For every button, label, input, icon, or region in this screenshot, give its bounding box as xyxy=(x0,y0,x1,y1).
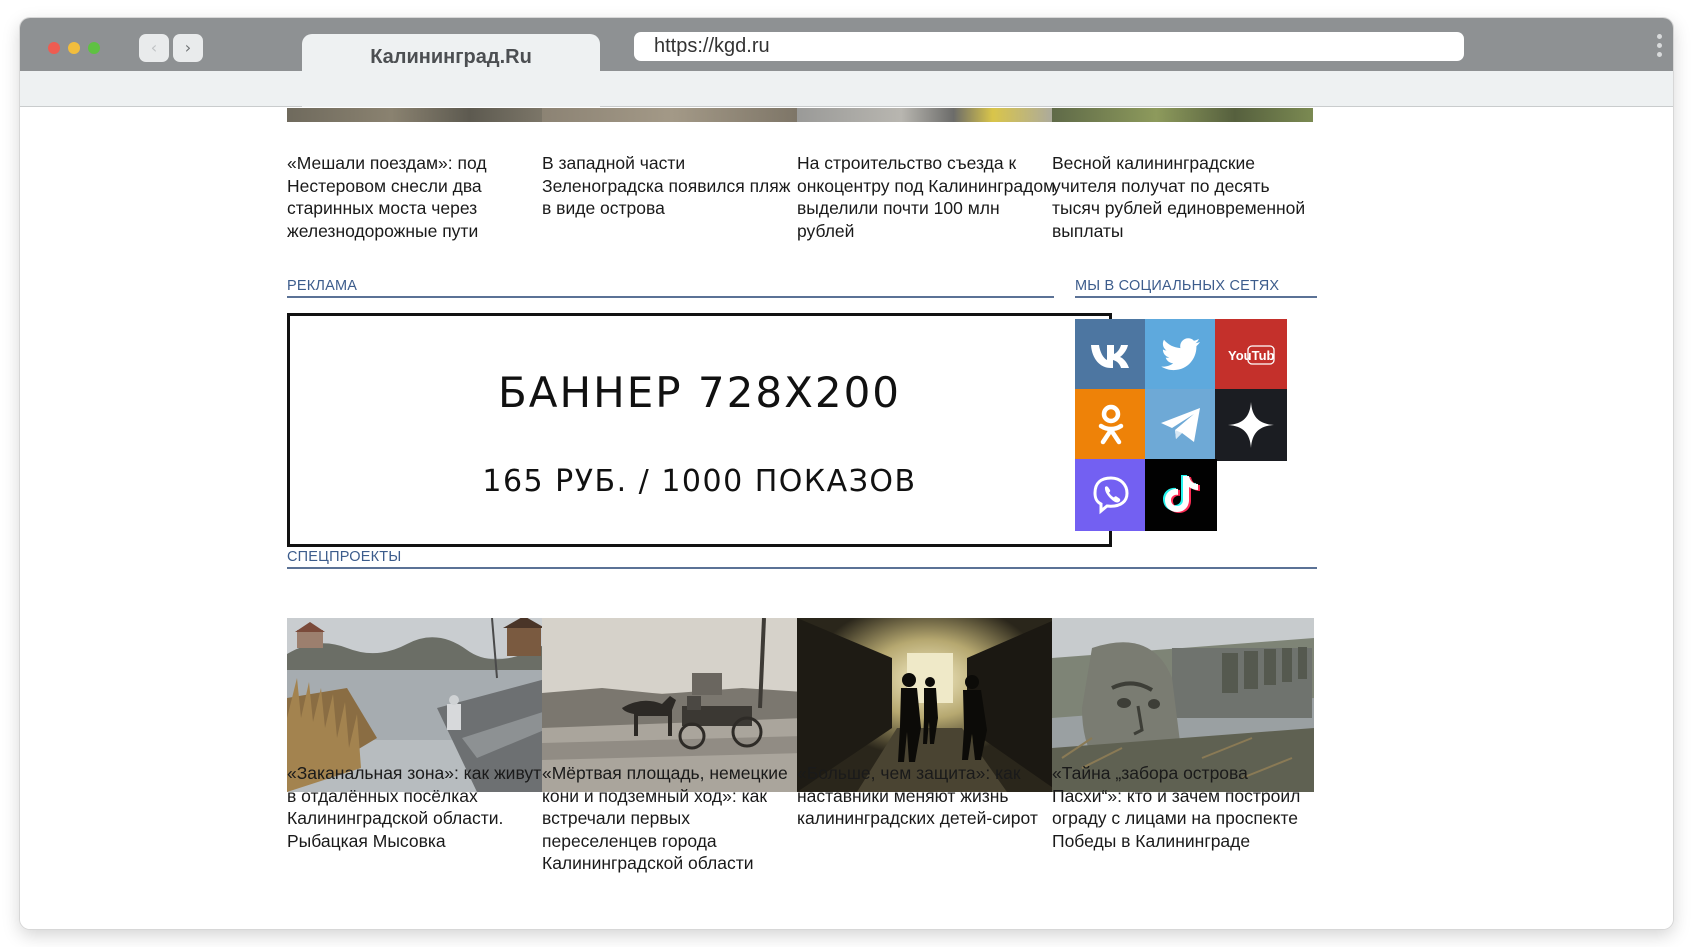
tiktok-icon[interactable] xyxy=(1145,459,1217,531)
browser-tab[interactable]: Калининград.Ru xyxy=(302,34,600,107)
project-title-link[interactable]: «Больше, чем защита»: как наставники мен… xyxy=(797,762,1059,830)
viber-icon[interactable] xyxy=(1075,459,1147,531)
project-title-link[interactable]: «Тайна „забора острова Пасхи“»: кто и за… xyxy=(1052,762,1314,852)
banner-title: БАННЕР 728Х200 xyxy=(497,368,902,417)
browser-menu-icon[interactable] xyxy=(1655,34,1663,60)
news-title-link[interactable]: Весной калининградские учителя получат п… xyxy=(1052,152,1314,242)
ads-section-divider xyxy=(287,296,1054,298)
ad-banner[interactable]: БАННЕР 728Х200 165 РУБ. / 1000 ПОКАЗОВ xyxy=(287,313,1112,547)
news-title-link[interactable]: «Мешали поездам»: под Нестеровом снесли … xyxy=(287,152,549,242)
youtube-logo-text: YouTube xyxy=(1228,348,1275,363)
social-section-label: МЫ В СОЦИАЛЬНЫХ СЕТЯХ xyxy=(1075,278,1280,294)
news-image[interactable] xyxy=(287,108,548,122)
project-title-link[interactable]: «Мёртвая площадь, немецкие кони и подзем… xyxy=(542,762,804,875)
minimize-window-button[interactable] xyxy=(68,42,80,54)
back-button[interactable]: ‹ xyxy=(139,34,169,62)
news-image[interactable] xyxy=(542,108,803,122)
news-title-link[interactable]: В западной части Зеленоградска появился … xyxy=(542,152,804,220)
twitter-icon[interactable] xyxy=(1145,319,1217,391)
news-image[interactable] xyxy=(1052,108,1313,122)
project-title-link[interactable]: «Заканальная зона»: как живут в отдалённ… xyxy=(287,762,549,852)
address-bar[interactable]: https://kgd.ru xyxy=(634,32,1464,61)
youtube-icon[interactable]: YouTube xyxy=(1215,319,1287,391)
telegram-icon[interactable] xyxy=(1145,389,1217,461)
browser-toolbar xyxy=(20,71,1673,107)
browser-window: ‹ › https://kgd.ru Калининград.Ru «Мешал… xyxy=(20,18,1673,929)
special-projects-divider xyxy=(287,567,1317,569)
forward-button[interactable]: › xyxy=(173,34,203,62)
vk-icon[interactable] xyxy=(1075,319,1147,391)
close-window-button[interactable] xyxy=(48,42,60,54)
browser-titlebar: ‹ › https://kgd.ru xyxy=(20,18,1673,71)
news-image[interactable] xyxy=(797,108,1058,122)
banner-price: 165 РУБ. / 1000 ПОКАЗОВ xyxy=(482,464,917,499)
odnoklassniki-icon[interactable] xyxy=(1075,389,1147,461)
maximize-window-button[interactable] xyxy=(88,42,100,54)
page-viewport: «Мешали поездам»: под Нестеровом снесли … xyxy=(20,108,1673,929)
zen-icon[interactable] xyxy=(1215,389,1287,461)
ads-section-label: РЕКЛАМА xyxy=(287,278,358,294)
special-projects-section-label: СПЕЦПРОЕКТЫ xyxy=(287,549,402,565)
social-section-divider xyxy=(1075,296,1317,298)
news-title-link[interactable]: На строительство съезда к онкоцентру под… xyxy=(797,152,1059,242)
